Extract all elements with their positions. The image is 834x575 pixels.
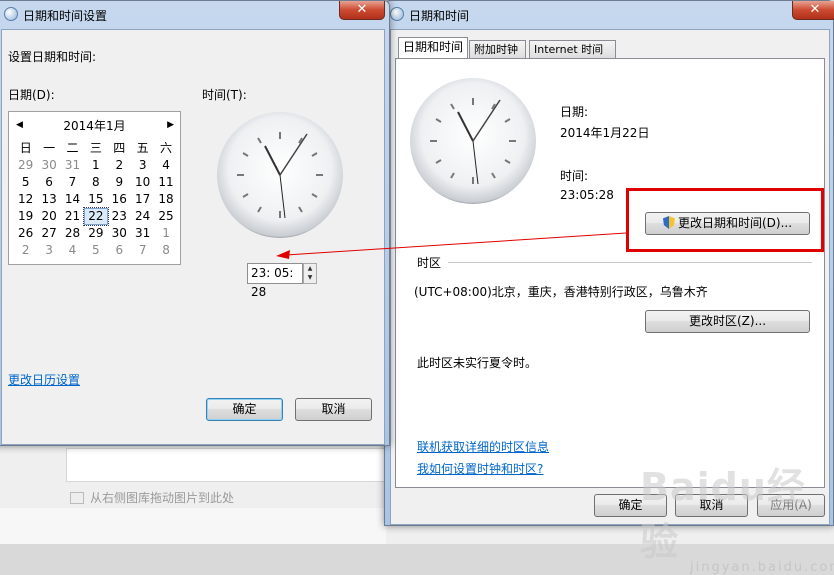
watermark-text: Baidu经验 xyxy=(640,465,806,564)
baidu-watermark: Baidu经验 jingyan.baidu.com xyxy=(640,456,834,575)
watermark-sub: jingyan.baidu.com xyxy=(690,560,834,575)
